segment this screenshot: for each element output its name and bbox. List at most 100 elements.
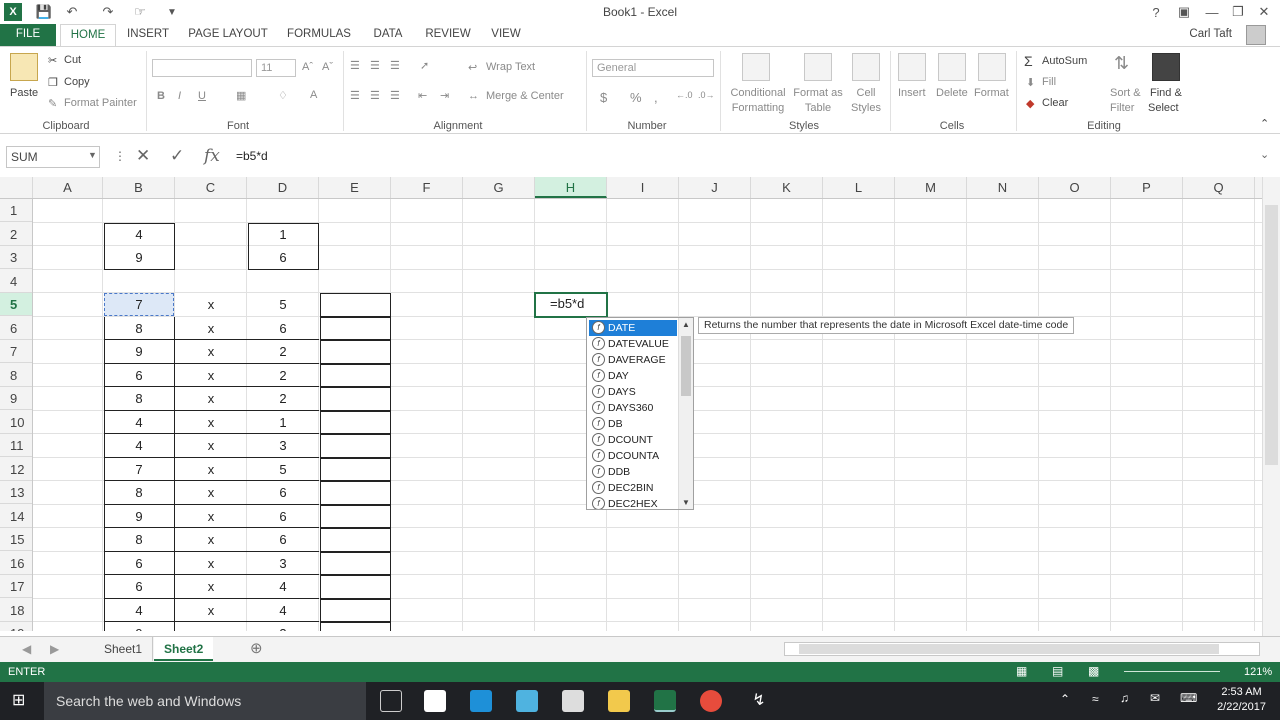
scroll-thumb[interactable] (799, 644, 1219, 654)
cell-d19[interactable]: 3 (247, 622, 319, 631)
photos-icon[interactable] (516, 690, 538, 712)
cell-b7[interactable]: 9 (103, 340, 175, 363)
cell-c18[interactable]: x (175, 599, 247, 622)
cell-d11[interactable]: 3 (247, 434, 319, 457)
autocomplete-item-days360[interactable]: f DAYS360 (589, 400, 677, 416)
column-header-h[interactable]: H (535, 177, 607, 198)
formula-input[interactable]: =b5*d (232, 146, 1264, 168)
copy-icon[interactable]: ❐ (48, 76, 58, 89)
increase-font-icon[interactable]: Aˆ (302, 61, 313, 73)
cell-c7[interactable]: x (175, 340, 247, 363)
cell-b19[interactable]: 9 (103, 622, 175, 631)
align-right-icon[interactable]: ☰ (390, 89, 400, 102)
cell-b6[interactable]: 8 (103, 317, 175, 340)
active-cell-h5[interactable]: =b5*d (534, 292, 608, 318)
tab-view[interactable]: VIEW (486, 24, 526, 46)
fill-color-icon[interactable]: ♢ (278, 89, 288, 102)
currency-button[interactable]: $ (600, 90, 607, 105)
format-as-table-line2[interactable]: Table (792, 102, 844, 114)
row-header-13[interactable]: 13 (0, 481, 32, 504)
row-header-7[interactable]: 7 (0, 340, 32, 363)
autocomplete-item-dec2hex[interactable]: f DEC2HEX (589, 496, 677, 509)
cell-c6[interactable]: x (175, 317, 247, 340)
scroll-right-icon[interactable]: ▶ (40, 637, 69, 661)
tab-review[interactable]: REVIEW (420, 24, 476, 46)
name-box[interactable]: SUM (6, 146, 100, 168)
cell-d16[interactable]: 3 (247, 552, 319, 575)
conditional-formatting-icon[interactable] (742, 53, 770, 81)
decrease-decimal-icon[interactable]: .0→ (698, 90, 715, 100)
autosum-button[interactable]: AutoSum (1042, 55, 1087, 67)
cell-d8[interactable]: 2 (247, 364, 319, 387)
font-size-combo[interactable]: 11 (256, 59, 296, 77)
wrap-text-button[interactable]: Wrap Text (486, 61, 535, 73)
conditional-formatting-line2[interactable]: Formatting (726, 102, 790, 114)
insert-cells-button[interactable]: Insert (898, 87, 926, 99)
tab-home[interactable]: HOME (60, 24, 116, 47)
ribbon-display-icon[interactable]: ▣ (1170, 0, 1198, 24)
column-header-g[interactable]: G (463, 177, 535, 198)
zoom-level[interactable]: 121% (1244, 666, 1272, 678)
row-header-15[interactable]: 15 (0, 528, 32, 551)
expand-formula-icon[interactable]: ⌄ (1260, 148, 1269, 161)
cell-b12[interactable]: 7 (103, 458, 175, 481)
bold-button[interactable]: B (157, 90, 165, 102)
keyboard-icon[interactable]: ⌨ (1180, 691, 1197, 705)
app-icon[interactable]: ↯ (748, 690, 770, 712)
select-all-corner[interactable] (0, 177, 33, 198)
clear-icon[interactable]: ◆ (1026, 97, 1034, 110)
decrease-font-icon[interactable]: Aˇ (322, 61, 333, 73)
cell-d6[interactable]: 6 (247, 317, 319, 340)
row-header-11[interactable]: 11 (0, 434, 32, 457)
fill-icon[interactable]: ⬇ (1026, 76, 1035, 89)
cut-button[interactable]: Cut (64, 54, 81, 66)
autocomplete-item-daverage[interactable]: f DAVERAGE (589, 352, 677, 368)
edge-icon[interactable] (470, 690, 492, 712)
excel-taskbar-icon[interactable] (654, 690, 676, 712)
cell-c9[interactable]: x (175, 387, 247, 410)
cell-b16[interactable]: 6 (103, 552, 175, 575)
merge-icon[interactable]: ↔ (468, 90, 479, 102)
cell-d14[interactable]: 6 (247, 505, 319, 528)
cell-d9[interactable]: 2 (247, 387, 319, 410)
avatar[interactable] (1246, 25, 1266, 45)
format-painter-button[interactable]: Format Painter (64, 97, 137, 109)
store-icon[interactable] (562, 690, 584, 712)
binoculars-icon[interactable] (1152, 53, 1180, 81)
cell-b11[interactable]: 4 (103, 434, 175, 457)
row-header-16[interactable]: 16 (0, 552, 32, 575)
new-sheet-icon[interactable]: ⊕ (240, 637, 273, 661)
format-cells-icon[interactable] (978, 53, 1006, 81)
page-break-view-icon[interactable]: ▩ (1088, 664, 1099, 678)
column-header-l[interactable]: L (823, 177, 895, 198)
sheet-tab-sheet2[interactable]: Sheet2 (154, 637, 214, 661)
bottom-align-icon[interactable]: ☰ (390, 59, 400, 72)
cell-b18[interactable]: 4 (103, 599, 175, 622)
chevron-down-icon[interactable]: ▼ (88, 150, 97, 160)
wrap-text-icon[interactable]: ↩ (468, 61, 477, 74)
column-header-p[interactable]: P (1111, 177, 1183, 198)
sort-filter-line1[interactable]: Sort & (1110, 87, 1141, 99)
cell-styles-line1[interactable]: Cell (846, 87, 886, 99)
amazon-icon[interactable] (424, 690, 446, 712)
cell-c11[interactable]: x (175, 434, 247, 457)
row-header-3[interactable]: 3 (0, 246, 32, 269)
autocomplete-item-db[interactable]: f DB (589, 416, 677, 432)
tab-file[interactable]: FILE (0, 24, 56, 46)
row-header-5[interactable]: 5 (0, 293, 32, 316)
cell-c13[interactable]: x (175, 481, 247, 504)
autocomplete-item-date[interactable]: f DATE (589, 320, 677, 336)
cell-b3[interactable]: 9 (103, 246, 175, 269)
taskbar-search-box[interactable]: Search the web and Windows (44, 682, 366, 720)
row-header-18[interactable]: 18 (0, 599, 32, 622)
volume-icon[interactable]: ♫ (1120, 691, 1129, 705)
vertical-scrollbar[interactable] (1262, 177, 1280, 636)
align-center-icon[interactable]: ☰ (370, 89, 380, 102)
clear-button[interactable]: Clear (1042, 97, 1068, 109)
insert-function-button[interactable]: fx (204, 146, 220, 166)
decrease-indent-icon[interactable]: ⇤ (418, 89, 427, 102)
file-explorer-icon[interactable] (608, 690, 630, 712)
format-painter-icon[interactable]: ✎ (48, 97, 57, 110)
increase-indent-icon[interactable]: ⇥ (440, 89, 449, 102)
top-align-icon[interactable]: ☰ (350, 59, 360, 72)
